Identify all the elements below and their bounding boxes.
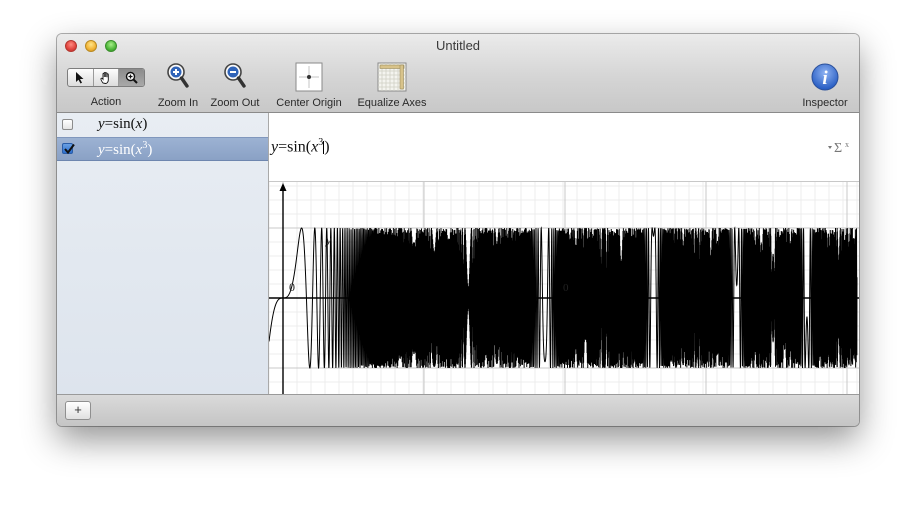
titlebar: Untitled Action Zoom In Zoom Out Center … (57, 34, 859, 113)
equalize-axes-label: Equalize Axes (357, 97, 427, 109)
eq-close: ) (147, 142, 153, 158)
svg-text:x: x (845, 140, 849, 149)
equation-text: y=sin(x) (98, 116, 147, 133)
equation-text: y=sin(x3) (98, 140, 152, 159)
info-icon: i (811, 63, 839, 91)
checkmark-icon (64, 143, 75, 155)
action-segmented-control (67, 68, 145, 87)
equalize-axes-button[interactable]: Equalize Axes (357, 62, 427, 109)
inspector-button[interactable]: i Inspector (802, 62, 848, 109)
eq-lhs: y (98, 142, 105, 158)
eq-close: ) (142, 116, 148, 132)
eq-func: =sin( (104, 142, 136, 158)
zoom-in-button[interactable]: Zoom In (158, 62, 198, 109)
svg-text:i: i (822, 68, 828, 89)
hand-icon (100, 71, 109, 84)
svg-text:Σ: Σ (834, 141, 842, 155)
y-axis-arrow (279, 183, 287, 191)
zoom-out-icon (224, 63, 246, 88)
editor-equation[interactable]: y=sin(x3) (271, 137, 330, 156)
zoom-in-label: Zoom In (157, 97, 199, 109)
graph-plot[interactable]: 0 y 0 (269, 182, 859, 394)
arrow-pointer-icon (76, 71, 84, 83)
zoom-out-button[interactable]: Zoom Out (211, 62, 259, 109)
equation-visibility-checkbox[interactable] (62, 143, 75, 155)
equation-list: y=sin(x) y=sin(x3) (57, 113, 269, 394)
zoom-out-label: Zoom Out (210, 97, 260, 109)
math-symbols-menu[interactable]: Σ x (827, 139, 853, 158)
app-window: Untitled Action Zoom In Zoom Out Center … (57, 34, 859, 426)
graph-canvas[interactable]: 0 y 0 (269, 182, 859, 394)
eq-lhs: y (98, 116, 105, 132)
x-tick-label: 0 (563, 282, 569, 294)
zoom-in-icon (167, 63, 189, 88)
bottom-bar: + (57, 394, 859, 426)
equation-visibility-checkbox[interactable] (62, 119, 73, 130)
y-axis-label: y (325, 233, 332, 247)
window-title: Untitled (435, 38, 481, 53)
inspector-label: Inspector (802, 97, 848, 109)
eq-close: ) (324, 138, 330, 156)
origin-label: 0 (289, 280, 295, 294)
magnifier-icon (125, 71, 138, 84)
equation-editor[interactable]: y=sin(x3) Σ x (269, 113, 859, 182)
center-origin-button[interactable]: Center Origin (276, 62, 342, 109)
equalize-axes-icon (377, 62, 407, 92)
hand-tool-button[interactable] (94, 69, 120, 86)
center-origin-label: Center Origin (276, 97, 342, 109)
eq-func: =sin( (278, 138, 312, 156)
zoom-tool-button[interactable] (119, 69, 144, 86)
eq-func: =sin( (104, 116, 136, 132)
sigma-menu-icon: Σ x (828, 140, 849, 156)
arrow-tool-button[interactable] (68, 69, 94, 86)
equation-row-selected[interactable]: y=sin(x3) (57, 137, 268, 161)
center-origin-icon (295, 62, 323, 92)
function-curve (269, 226, 858, 370)
equation-row[interactable]: y=sin(x) (57, 114, 268, 136)
action-label: Action (90, 96, 122, 108)
add-equation-button[interactable]: + (65, 401, 91, 420)
